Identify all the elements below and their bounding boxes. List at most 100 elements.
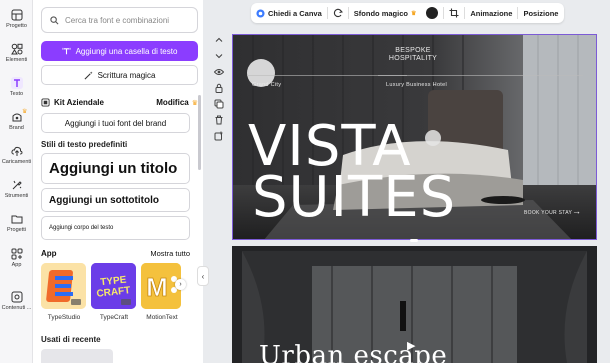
- position-button[interactable]: Posizione: [518, 9, 563, 18]
- app-label-typecraft: TypeCraft: [99, 314, 129, 321]
- add-textbox-button[interactable]: Aggiungi una casella di testo: [41, 41, 198, 61]
- add-heading-button[interactable]: Aggiungi un titolo: [41, 153, 190, 184]
- crown-badge-icon: ♛: [22, 109, 28, 115]
- rail-item-brand[interactable]: Brand ♛: [0, 109, 33, 131]
- search-box[interactable]: [41, 7, 198, 33]
- position-label: Posizione: [523, 8, 559, 18]
- animation-button[interactable]: Animazione: [465, 9, 517, 18]
- duplicate-icon[interactable]: [214, 99, 224, 109]
- apps-next-arrow[interactable]: ›: [175, 279, 186, 290]
- show-all-link[interactable]: Mostra tutto: [150, 249, 190, 258]
- crown-badge-icon: ♛: [410, 10, 417, 17]
- app-tile-typestudio[interactable]: [41, 263, 86, 309]
- text-panel: Aggiungi una casella di testo Scrittura …: [33, 0, 203, 363]
- shapes-icon: [10, 43, 22, 55]
- ask-canva-button[interactable]: Chiedi a Canva: [251, 9, 327, 18]
- brand-kit-label: Kit Aziendale: [54, 98, 104, 107]
- color-button[interactable]: [421, 7, 443, 19]
- apps-title: App: [41, 249, 57, 258]
- magic-bg-button[interactable]: Sfondo magico ♛: [349, 9, 422, 18]
- chevron-down-icon[interactable]: [214, 51, 224, 61]
- typestudio-logo-icon: [41, 263, 86, 309]
- canvas-page-1[interactable]: BESPOKE HOSPITALITY Grand City Luxury Bu…: [232, 34, 597, 240]
- page2-title[interactable]: Urban escape: [259, 342, 447, 363]
- page-tools: [214, 35, 226, 147]
- header-line-right: [378, 75, 583, 76]
- rail-label: Brand: [9, 125, 24, 131]
- context-toolbar: Chiedi a Canva Sfondo magico ♛ Animazion…: [251, 3, 564, 23]
- content-icon: [11, 291, 22, 303]
- add-subheading-label: Aggiungi un sottotitolo: [49, 194, 159, 206]
- recent-item[interactable]: [41, 349, 113, 363]
- crop-button[interactable]: [444, 8, 464, 18]
- add-brand-fonts-button[interactable]: Aggiungi i tuoi font del brand: [41, 113, 190, 133]
- tagline-bottom[interactable]: HOSPITALITY: [373, 55, 453, 63]
- add-page-icon[interactable]: [214, 131, 224, 141]
- rail-label: Caricamenti: [1, 159, 32, 165]
- collapse-panel-button[interactable]: ‹: [197, 266, 209, 286]
- cloud-upload-icon: [10, 146, 22, 156]
- magic-wand-icon: [84, 70, 93, 79]
- brand-kit-icon: [41, 98, 50, 107]
- brand-icon: [12, 113, 21, 122]
- rail-label: Strumenti: [4, 193, 29, 199]
- rail-label: Elementi: [5, 57, 28, 63]
- rail-item-contenuti[interactable]: Contenuti ...: [0, 291, 33, 311]
- rail-item-caricamenti[interactable]: Caricamenti: [0, 145, 33, 165]
- tools-icon: [12, 180, 22, 190]
- rail-item-app[interactable]: App: [0, 248, 33, 268]
- magic-write-label: Scrittura magica: [97, 70, 156, 80]
- refresh-icon: [333, 8, 343, 18]
- add-body-text-button[interactable]: Aggiungi corpo del testo: [41, 216, 190, 240]
- color-swatch: [426, 7, 439, 19]
- app-label-motiontext: MotionText: [146, 314, 178, 321]
- search-input[interactable]: [65, 15, 185, 25]
- add-heading-label: Aggiungi un titolo: [49, 160, 178, 177]
- cta-label[interactable]: BOOK YOUR STAY: [524, 210, 572, 216]
- add-body-text-label: Aggiungi corpo del testo: [49, 225, 114, 231]
- canva-assistant-icon: [256, 8, 265, 18]
- panel-scrollbar[interactable]: [198, 95, 201, 170]
- rail-label: App: [11, 262, 22, 268]
- text-icon: [10, 77, 23, 89]
- trash-icon[interactable]: [214, 115, 224, 125]
- recent-title: Usati di recente: [41, 335, 101, 344]
- magic-bg-label: Sfondo magico: [353, 8, 408, 18]
- rail-item-progetti[interactable]: Progetti: [0, 213, 33, 233]
- rail-item-strumenti[interactable]: Strumenti: [0, 179, 33, 199]
- default-styles-title: Stili di testo predefiniti: [41, 140, 128, 149]
- brand-kit-row: Kit Aziendale Modifica ♛: [41, 98, 198, 107]
- typecraft-logo-icon: TYPE CRAFT: [91, 263, 136, 309]
- lock-icon[interactable]: [214, 83, 224, 93]
- brand-kit-edit-link[interactable]: Modifica: [156, 98, 188, 107]
- hotel-type-label[interactable]: Luxury Business Hotel: [386, 82, 447, 88]
- chevron-up-icon[interactable]: [214, 35, 224, 45]
- left-nav-rail: Progetto Elementi Testo Brand ♛ Caricame…: [0, 0, 33, 363]
- svg-text:M: M: [146, 272, 168, 302]
- rail-item-progetto[interactable]: Progetto: [0, 9, 33, 29]
- rail-label: Testo: [9, 91, 24, 97]
- folder-icon: [11, 215, 22, 224]
- replace-button[interactable]: [328, 8, 348, 18]
- layout-icon: [11, 9, 22, 21]
- page-resize-handle[interactable]: [410, 239, 418, 242]
- search-icon: [50, 15, 59, 24]
- app-label-typestudio: TypeStudio: [47, 314, 81, 321]
- add-subheading-button[interactable]: Aggiungi un sottotitolo: [41, 188, 190, 212]
- canvas-page-2[interactable]: ▶ Urban escape: [232, 246, 597, 363]
- textbox-icon: [62, 47, 71, 54]
- tagline-top[interactable]: BESPOKE: [373, 47, 453, 55]
- magic-write-button[interactable]: Scrittura magica: [41, 65, 198, 85]
- title-line-2[interactable]: SUITES: [252, 170, 456, 226]
- city-label[interactable]: Grand City: [252, 82, 281, 88]
- eye-icon[interactable]: [214, 67, 224, 77]
- rail-item-elementi[interactable]: Elementi: [0, 43, 33, 63]
- add-textbox-label: Aggiungi una casella di testo: [75, 46, 178, 56]
- crop-icon: [449, 8, 459, 18]
- app-tile-typecraft[interactable]: TYPE CRAFT: [91, 263, 136, 309]
- arrow-right-icon: →: [572, 206, 581, 216]
- ask-canva-label: Chiedi a Canva: [268, 8, 322, 18]
- rail-item-testo[interactable]: Testo: [0, 77, 33, 97]
- rail-label: Progetti: [7, 227, 26, 233]
- chevron-left-icon: ‹: [201, 271, 205, 281]
